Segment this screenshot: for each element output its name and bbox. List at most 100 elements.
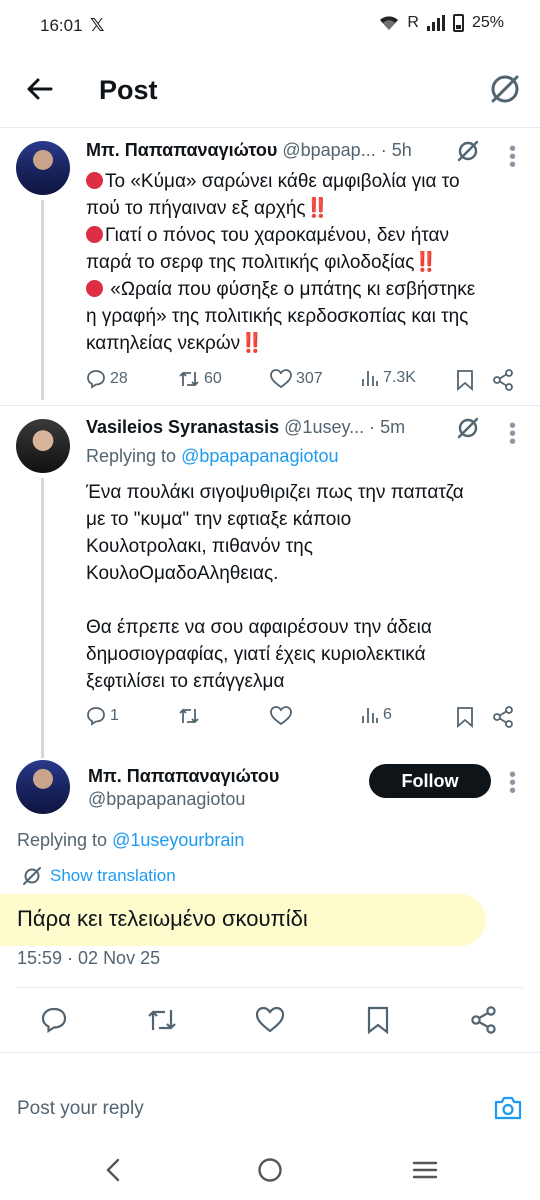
heart-icon <box>270 369 292 389</box>
avatar[interactable] <box>16 419 70 473</box>
views-button[interactable]: 6 <box>361 706 392 724</box>
avatar[interactable] <box>16 760 70 814</box>
red-circle-emoji <box>86 280 103 297</box>
author-handle[interactable]: @1usey... <box>284 417 364 437</box>
camera-icon[interactable] <box>494 1095 522 1121</box>
author-handle[interactable]: @bpapapanagiotou <box>88 789 245 810</box>
share-icon[interactable] <box>470 1006 498 1034</box>
repost-icon[interactable] <box>146 1006 178 1034</box>
avatar[interactable] <box>16 141 70 195</box>
reply-input[interactable]: Post your reply <box>17 1098 144 1120</box>
tweet-time: · 5m <box>369 417 406 437</box>
grok-icon <box>23 867 41 885</box>
tweet-line: πού το πήγαιναν εξ αρχής‼️ <box>86 198 330 219</box>
heart-icon <box>270 706 292 726</box>
repost-button[interactable] <box>178 706 204 726</box>
author-name[interactable]: Vasileios Syranastasis <box>86 417 279 437</box>
post-divider <box>17 987 523 988</box>
nav-back-icon[interactable] <box>103 1156 123 1184</box>
red-circle-emoji <box>86 172 103 189</box>
double-exclamation-emoji: ‼️ <box>305 198 330 219</box>
tweet-time: · 5h <box>380 140 412 160</box>
battery-percent: 25% <box>471 14 504 31</box>
reply-icon <box>87 707 105 726</box>
wifi-icon <box>380 16 399 30</box>
views-count: 7.3K <box>383 369 416 386</box>
repost-icon <box>179 708 199 724</box>
status-right: R 25% <box>379 14 504 32</box>
reply-icon[interactable] <box>40 1006 68 1034</box>
system-nav-bar <box>0 1150 540 1200</box>
thread-line <box>41 200 44 400</box>
reply-count: 1 <box>110 707 119 724</box>
tweet-line: Γιατί ο πόνος του χαροκαμένου, δεν ήταν <box>86 222 475 249</box>
share-icon[interactable] <box>492 369 514 391</box>
top-bar: Post <box>0 60 540 122</box>
follow-button[interactable]: Follow <box>369 764 491 798</box>
red-circle-emoji <box>86 226 103 243</box>
share-icon[interactable] <box>492 706 514 728</box>
reply-button[interactable]: 28 <box>86 369 128 389</box>
nav-recents-icon[interactable] <box>412 1156 438 1184</box>
reply-icon <box>87 370 105 389</box>
double-exclamation-emoji: ‼️ <box>240 333 264 354</box>
tweet-text: Το «Κύμα» σαρώνει κάθε αμφιβολία για το … <box>86 168 475 357</box>
arrow-left-icon[interactable] <box>24 74 54 104</box>
header-divider <box>0 127 540 128</box>
tweet-actions: 1 6 <box>86 706 526 730</box>
actions-divider <box>0 1052 540 1053</box>
page-title: Post <box>99 75 158 105</box>
replying-to-link[interactable]: @bpapapanagiotou <box>181 446 338 466</box>
post-actions <box>0 1006 540 1036</box>
show-translation-label: Show translation <box>50 866 176 885</box>
status-time: 16:01 <box>40 16 83 35</box>
battery-icon <box>452 14 464 32</box>
show-translation-button[interactable]: Show translation <box>22 866 176 886</box>
more-options-icon[interactable]: • • • <box>509 139 516 175</box>
tweet-line: η γραφή» της πολιτικής κερδοσκοπίας και … <box>86 306 469 327</box>
post-text: Πάρα κει τελειωμένο σκουπίδι <box>17 906 308 931</box>
status-bar: 16:01 𝕏 R 25% <box>0 0 540 52</box>
bookmark-icon[interactable] <box>456 369 474 391</box>
roaming-label: R <box>407 14 419 31</box>
repost-icon <box>179 371 199 387</box>
tweet-line: «Ωραία που φύσηξε ο μπάτης κι εσβήστηκε <box>86 276 475 303</box>
views-icon <box>362 371 378 386</box>
bookmark-icon[interactable] <box>456 706 474 728</box>
tweet-actions: 28 60 307 7.3K <box>86 369 526 393</box>
views-icon <box>362 708 378 723</box>
tweet-header: Μπ. Παπαπαναγιώτου @bpapap... · 5h <box>86 140 412 161</box>
like-button[interactable] <box>270 706 296 726</box>
replying-to-link[interactable]: @1useyourbrain <box>112 830 244 850</box>
double-exclamation-emoji: ‼️ <box>414 252 439 273</box>
views-count: 6 <box>383 706 392 723</box>
reply-button[interactable]: 1 <box>86 706 119 726</box>
author-name[interactable]: Μπ. Παπαπαναγιώτου <box>86 140 277 160</box>
author-handle[interactable]: @bpapap... <box>282 140 375 160</box>
like-count: 307 <box>296 370 323 387</box>
repost-count: 60 <box>204 370 222 387</box>
x-app-icon: 𝕏 <box>90 15 105 35</box>
tweet-line: καπηλείας νεκρών‼️ <box>86 333 264 354</box>
more-options-icon[interactable]: • • • <box>509 765 516 801</box>
grok-icon[interactable] <box>456 139 480 163</box>
nav-home-icon[interactable] <box>256 1156 284 1184</box>
grok-icon[interactable] <box>456 416 480 440</box>
tweet-divider <box>0 405 540 406</box>
repost-button[interactable]: 60 <box>178 369 222 389</box>
signal-icon <box>426 15 445 31</box>
reply-count: 28 <box>110 370 128 387</box>
tweet-line: Το «Κύμα» σαρώνει κάθε αμφιβολία για το <box>86 168 475 195</box>
heart-icon[interactable] <box>255 1006 285 1034</box>
tweet-text: Ένα πουλάκι σιγοψυθιριζει πως την παπατζ… <box>86 482 464 692</box>
bookmark-icon[interactable] <box>366 1006 390 1034</box>
more-options-icon[interactable]: • • • <box>509 416 516 452</box>
grok-icon[interactable] <box>488 72 522 106</box>
replying-to: Replying to @bpapapanagiotou <box>86 446 339 466</box>
like-button[interactable]: 307 <box>270 369 323 389</box>
views-button[interactable]: 7.3K <box>361 369 416 387</box>
post-timestamp: 15:59 · 02 Nov 25 <box>17 948 161 968</box>
author-name[interactable]: Μπ. Παπαπαναγιώτου <box>88 766 279 787</box>
tweet-header: Vasileios Syranastasis @1usey... · 5m <box>86 417 405 438</box>
thread-line <box>41 478 44 758</box>
